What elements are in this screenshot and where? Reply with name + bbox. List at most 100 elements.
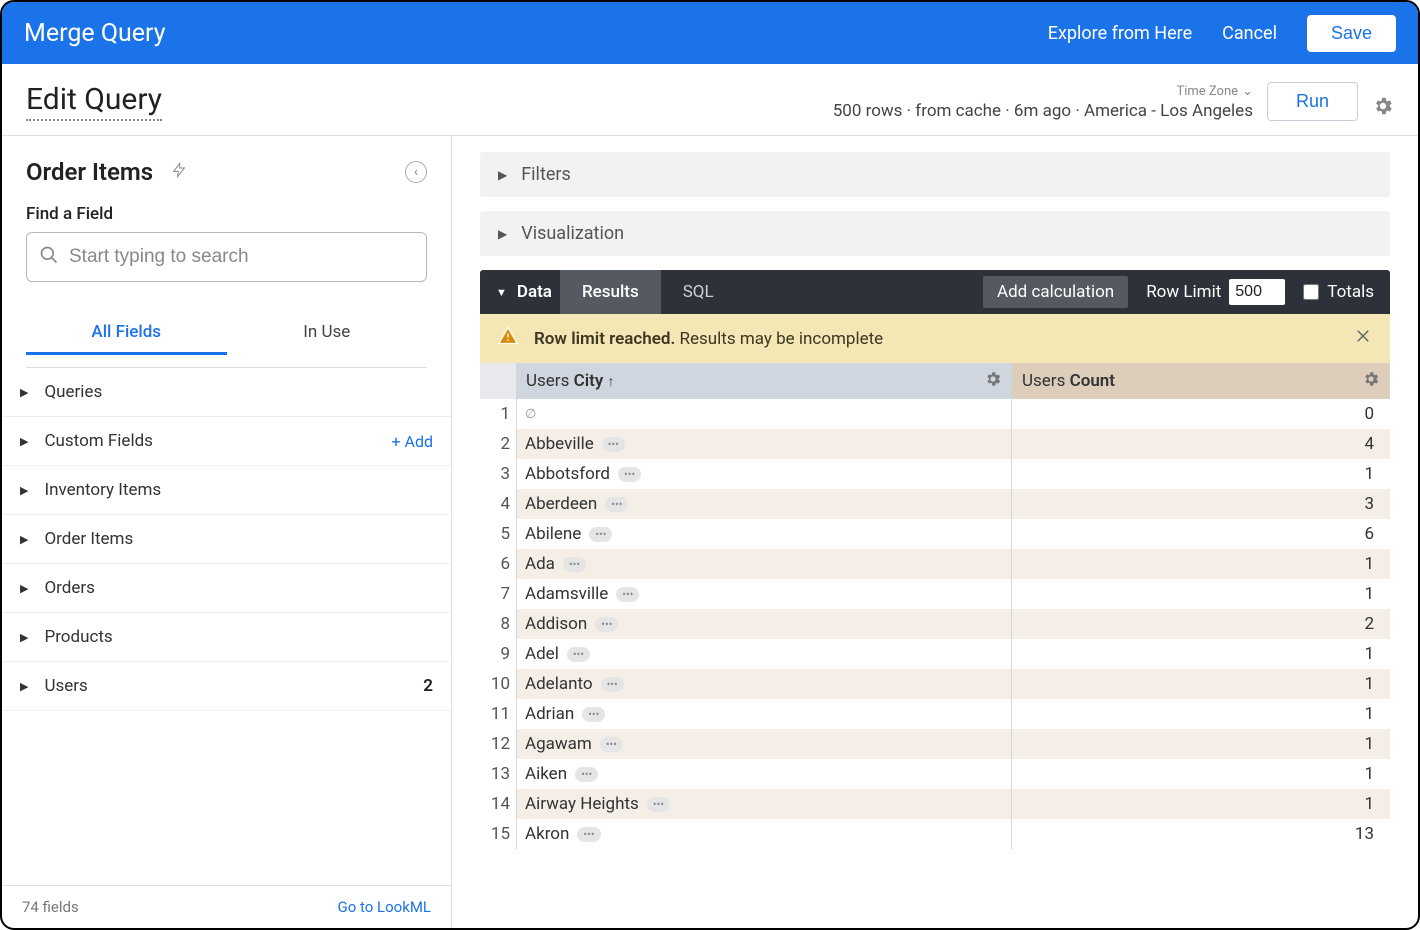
collapse-sidebar-icon[interactable]: ‹ (405, 161, 427, 183)
drill-menu-icon[interactable]: ••• (601, 677, 624, 692)
tab-results[interactable]: Results (560, 270, 661, 314)
top-bar: Merge Query Explore from Here Cancel Sav… (2, 2, 1418, 64)
caret-right-icon: ▶ (20, 484, 28, 497)
cell-city[interactable]: Airway Heights••• (516, 789, 1012, 819)
add-custom-field[interactable]: + Add (391, 432, 433, 451)
table-row: 3Abbotsford•••1 (480, 459, 1390, 489)
sidebar-view-users[interactable]: ▶Users2 (2, 662, 451, 711)
sidebar-view-queries[interactable]: ▶Queries (2, 368, 451, 417)
drill-menu-icon[interactable]: ••• (600, 737, 623, 752)
cell-count[interactable]: 6 (1012, 519, 1390, 549)
cell-city[interactable]: Adelanto••• (516, 669, 1012, 699)
go-to-lookml-link[interactable]: Go to LookML (338, 898, 432, 916)
visualization-panel[interactable]: ▶ Visualization (480, 211, 1390, 256)
bolt-icon[interactable] (171, 160, 187, 184)
cell-count[interactable]: 1 (1012, 759, 1390, 789)
row-number: 9 (480, 639, 516, 669)
save-button[interactable]: Save (1307, 15, 1396, 52)
cell-count[interactable]: 1 (1012, 549, 1390, 579)
cell-city[interactable]: Addison••• (516, 609, 1012, 639)
drill-menu-icon[interactable]: ••• (582, 707, 605, 722)
cell-count[interactable]: 1 (1012, 459, 1390, 489)
row-number: 5 (480, 519, 516, 549)
cell-count[interactable]: 0 (1012, 399, 1390, 429)
warning-icon (498, 326, 518, 351)
caret-right-icon: ▶ (20, 435, 28, 448)
subheader: Edit Query Time Zone ⌄ 500 rows · from c… (2, 64, 1418, 136)
cell-city[interactable]: Adel••• (516, 639, 1012, 669)
cell-city[interactable]: ∅ (516, 399, 1012, 429)
sidebar-view-order-items[interactable]: ▶Order Items (2, 515, 451, 564)
timezone-dropdown[interactable]: Time Zone ⌄ (1176, 84, 1253, 99)
cell-city[interactable]: Ada••• (516, 549, 1012, 579)
filters-panel[interactable]: ▶ Filters (480, 152, 1390, 197)
cancel-link[interactable]: Cancel (1222, 23, 1277, 44)
cell-city[interactable]: Aiken••• (516, 759, 1012, 789)
page-title[interactable]: Edit Query (26, 82, 162, 121)
cell-count[interactable]: 1 (1012, 669, 1390, 699)
settings-gear-icon[interactable] (1372, 95, 1394, 121)
field-search-input[interactable] (69, 246, 414, 268)
row-limit-input[interactable] (1229, 279, 1285, 305)
data-label[interactable]: Data (517, 270, 560, 314)
cell-city[interactable]: Abbotsford••• (516, 459, 1012, 489)
sidebar-view-inventory-items[interactable]: ▶Inventory Items (2, 466, 451, 515)
run-button[interactable]: Run (1267, 82, 1358, 121)
column-header-count[interactable]: Users Count (1012, 363, 1390, 399)
sidebar-view-custom-fields[interactable]: ▶Custom Fields+ Add (2, 417, 451, 466)
cell-city[interactable]: Abbeville••• (516, 429, 1012, 459)
drill-menu-icon[interactable]: ••• (595, 617, 618, 632)
cell-city[interactable]: Abilene••• (516, 519, 1012, 549)
drill-menu-icon[interactable]: ••• (616, 587, 639, 602)
row-number: 14 (480, 789, 516, 819)
totals-checkbox[interactable] (1303, 284, 1319, 300)
row-number: 7 (480, 579, 516, 609)
column-header-city[interactable]: Users City ↑ (516, 363, 1012, 399)
cell-city[interactable]: Agawam••• (516, 729, 1012, 759)
drill-menu-icon[interactable]: ••• (647, 797, 670, 812)
row-number: 11 (480, 699, 516, 729)
cell-count[interactable]: 1 (1012, 729, 1390, 759)
tab-all-fields[interactable]: All Fields (26, 310, 227, 367)
drill-menu-icon[interactable]: ••• (618, 467, 641, 482)
cell-count[interactable]: 13 (1012, 819, 1390, 849)
drill-menu-icon[interactable]: ••• (563, 557, 586, 572)
sidebar-view-orders[interactable]: ▶Orders (2, 564, 451, 613)
field-search-box[interactable] (26, 232, 427, 282)
row-number: 3 (480, 459, 516, 489)
column-gear-icon[interactable] (1362, 370, 1380, 393)
row-number: 13 (480, 759, 516, 789)
totals-toggle[interactable]: Totals (1303, 282, 1374, 302)
table-row: 12Agawam•••1 (480, 729, 1390, 759)
cell-city[interactable]: Adrian••• (516, 699, 1012, 729)
cell-count[interactable]: 2 (1012, 609, 1390, 639)
cell-count[interactable]: 1 (1012, 699, 1390, 729)
row-number: 15 (480, 819, 516, 849)
close-warning-icon[interactable] (1354, 327, 1372, 350)
drill-menu-icon[interactable]: ••• (577, 827, 600, 842)
add-calculation-button[interactable]: Add calculation (983, 276, 1128, 308)
tab-in-use[interactable]: In Use (227, 310, 428, 367)
cell-count[interactable]: 1 (1012, 789, 1390, 819)
cell-count[interactable]: 1 (1012, 639, 1390, 669)
cell-city[interactable]: Adamsville••• (516, 579, 1012, 609)
drill-menu-icon[interactable]: ••• (605, 497, 628, 512)
cell-count[interactable]: 1 (1012, 579, 1390, 609)
drill-menu-icon[interactable]: ••• (567, 647, 590, 662)
tab-sql[interactable]: SQL (661, 270, 736, 314)
row-number: 1 (480, 399, 516, 429)
field-picker-sidebar: Order Items ‹ Find a Field All Fields In… (2, 136, 452, 928)
drill-menu-icon[interactable]: ••• (589, 527, 612, 542)
row-number: 6 (480, 549, 516, 579)
query-status: 500 rows · from cache · 6m ago · America… (833, 101, 1253, 121)
cell-city[interactable]: Akron••• (516, 819, 1012, 849)
cell-city[interactable]: Aberdeen••• (516, 489, 1012, 519)
drill-menu-icon[interactable]: ••• (575, 767, 598, 782)
explore-from-here-link[interactable]: Explore from Here (1048, 23, 1192, 44)
cell-count[interactable]: 3 (1012, 489, 1390, 519)
cell-count[interactable]: 4 (1012, 429, 1390, 459)
column-gear-icon[interactable] (984, 370, 1002, 393)
drill-menu-icon[interactable]: ••• (602, 437, 625, 452)
sidebar-view-products[interactable]: ▶Products (2, 613, 451, 662)
caret-down-icon[interactable]: ▼ (496, 286, 507, 299)
